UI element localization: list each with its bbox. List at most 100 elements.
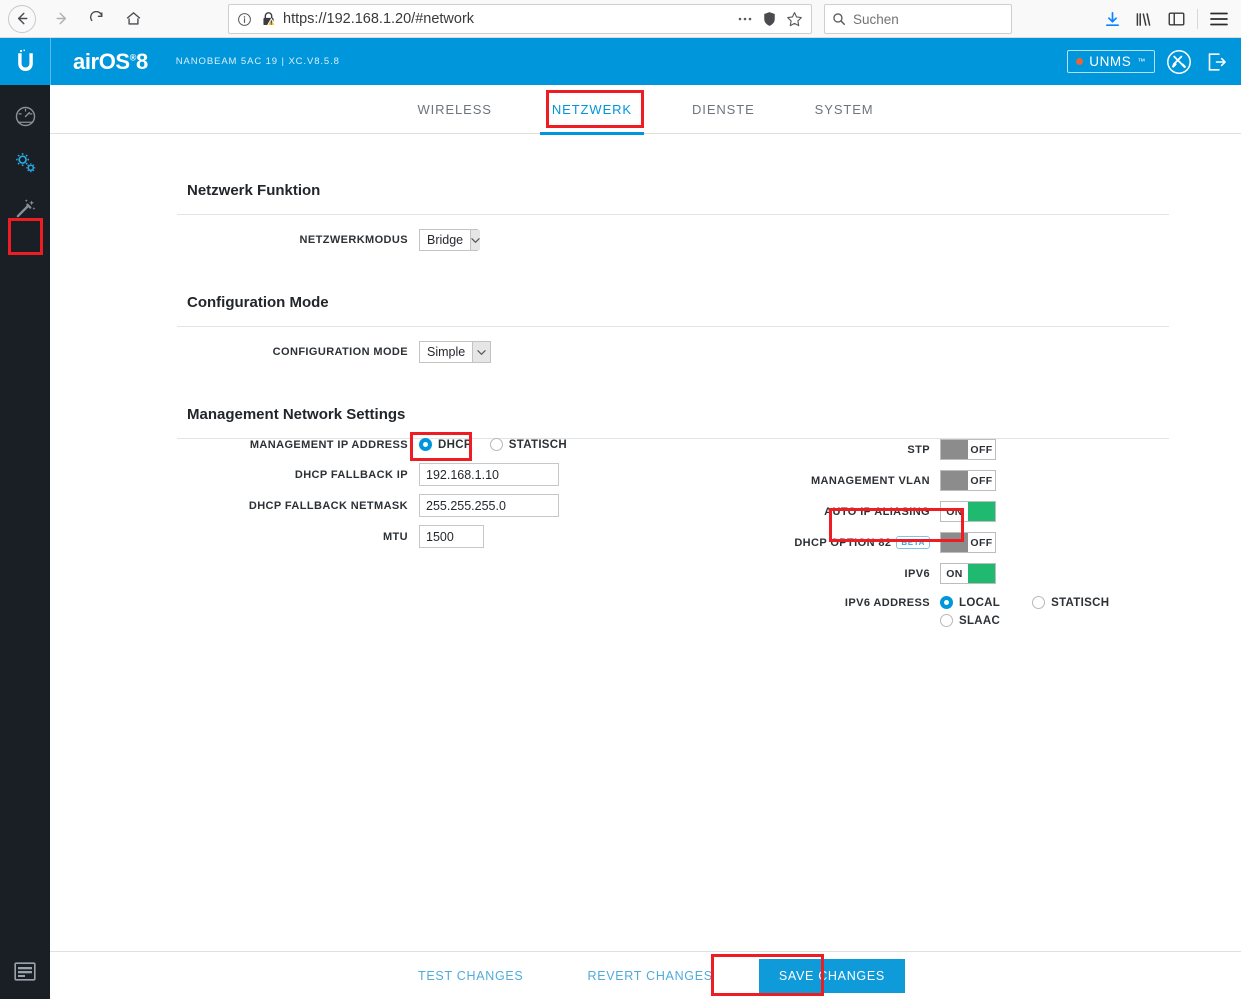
info-circle-icon[interactable] [237, 12, 252, 27]
toggle-state-label: ON [946, 567, 963, 580]
unms-label: UNMS [1089, 54, 1132, 69]
toggle-knob [941, 440, 968, 459]
label-network-mode: NETZWERKMODUS [299, 234, 408, 246]
unms-trademark: ™ [1137, 57, 1146, 66]
radio-ipv6-slaac[interactable] [940, 614, 953, 627]
label-configuration-mode: CONFIGURATION MODE [272, 346, 408, 358]
radio-ipv6-local[interactable] [940, 596, 953, 609]
label-management-ip-address: MANAGEMENT IP ADDRESS [249, 438, 408, 451]
url-bar[interactable]: https://192.168.1.20/#network [228, 4, 812, 34]
tracking-shield-icon[interactable] [762, 11, 777, 27]
download-icon[interactable] [1096, 3, 1128, 35]
management-left-column: MANAGEMENT IP ADDRESS DHCP STATISCH DHCP… [50, 438, 610, 548]
dhcp-fallback-ip-input[interactable]: 192.168.1.10 [419, 463, 559, 486]
ipv6-radio-row-2: SLAAC [940, 614, 1109, 627]
browser-nav-buttons [0, 2, 150, 36]
toggle-knob [968, 564, 995, 583]
airos-header-actions: UNMS ™ [1067, 38, 1231, 85]
sidebar-item-console[interactable] [0, 951, 50, 991]
url-right-icons [737, 11, 803, 28]
toggle-state-label: OFF [970, 474, 993, 487]
configuration-mode-select[interactable]: Simple [419, 341, 491, 363]
reload-icon[interactable] [80, 2, 114, 36]
browser-search-placeholder: Suchen [853, 11, 899, 27]
ubiquiti-logo-icon[interactable] [0, 38, 50, 85]
home-icon[interactable] [116, 2, 150, 36]
brand-air: air [73, 48, 99, 74]
url-text[interactable]: https://192.168.1.20/#network [283, 11, 737, 27]
label-stp: STP [907, 443, 930, 456]
sidebar-item-dashboard[interactable] [0, 93, 50, 139]
unms-badge[interactable]: UNMS ™ [1067, 50, 1155, 73]
test-changes-button[interactable]: TEST CHANGES [386, 969, 555, 983]
browser-toolbar-right [1096, 0, 1235, 38]
row-stp: STP OFF [640, 439, 1160, 460]
forward-arrow-icon[interactable] [44, 2, 78, 36]
star-icon[interactable] [786, 11, 803, 28]
browser-search-bar[interactable]: Suchen [824, 4, 1012, 34]
radio-dhcp[interactable] [419, 438, 432, 451]
brand-version: 8 [135, 48, 148, 74]
ipv6-address-radio-group: LOCAL STATISCH SLAAC [940, 596, 1109, 627]
radio-label-ipv6-slaac[interactable]: SLAAC [959, 615, 1000, 627]
ipv6-radio-row-1: LOCAL STATISCH [940, 596, 1109, 609]
logout-icon[interactable] [1203, 48, 1231, 76]
sidebar-icon[interactable] [1160, 3, 1192, 35]
airos-brand: airOS®8 [73, 49, 148, 75]
terminal-icon [14, 961, 36, 981]
back-arrow-icon[interactable] [8, 4, 36, 33]
radio-ipv6-statisch[interactable] [1032, 596, 1046, 609]
more-dots-icon[interactable] [737, 16, 753, 22]
unms-status-dot [1076, 58, 1084, 65]
toggle-ipv6[interactable]: ON [940, 563, 996, 584]
magic-wand-icon [14, 197, 37, 220]
tab-dienste[interactable]: DIENSTE [662, 100, 785, 134]
chevron-down-icon [472, 342, 490, 362]
section-network-function: Netzwerk Funktion NETZWERKMODUS Bridge [50, 134, 1241, 251]
device-info: NANOBEAM 5AC 19 | XC.V8.5.8 [175, 56, 340, 67]
label-auto-ip-aliasing: AUTO IP ALIASING [824, 505, 930, 518]
radio-label-dhcp[interactable]: DHCP [438, 439, 472, 451]
label-dhcp-option-82: DHCP OPTION 82 [794, 536, 892, 549]
row-dhcp-fallback-netmask: DHCP FALLBACK NETMASK 255.255.255.0 [50, 494, 610, 517]
toggle-dhcp-option-82[interactable]: OFF [940, 532, 996, 553]
hamburger-menu-icon[interactable] [1203, 3, 1235, 35]
toggle-knob [941, 471, 968, 490]
tab-system[interactable]: SYSTEM [785, 100, 904, 134]
main-tabs: WIRELESS NETZWERK DIENSTE SYSTEM [50, 85, 1241, 135]
label-dhcp-fallback-netmask: DHCP FALLBACK NETMASK [248, 499, 408, 512]
toggle-management-vlan[interactable]: OFF [940, 470, 996, 491]
search-icon [832, 12, 846, 26]
url-left-icons [237, 11, 276, 27]
dashboard-gauge-icon [14, 105, 37, 128]
network-mode-select[interactable]: Bridge [419, 229, 481, 251]
row-management-vlan: MANAGEMENT VLAN OFF [640, 470, 1160, 491]
mtu-input[interactable]: 1500 [419, 525, 484, 548]
toggle-auto-ip-aliasing[interactable]: ON [940, 501, 996, 522]
label-wrap-dhcp-option-82: DHCP OPTION 82 BETA [640, 536, 930, 549]
radio-statisch[interactable] [489, 438, 503, 451]
section-title-network-function: Netzwerk Funktion [187, 182, 321, 199]
airos-header: airOS®8 NANOBEAM 5AC 19 | XC.V8.5.8 UNMS… [0, 38, 1241, 85]
dhcp-fallback-netmask-input[interactable]: 255.255.255.0 [419, 494, 559, 517]
row-dhcp-option-82: DHCP OPTION 82 BETA OFF [640, 532, 1160, 553]
sidebar-item-settings[interactable] [0, 139, 50, 185]
brand-os: OS [98, 48, 130, 74]
beta-badge: BETA [896, 536, 930, 549]
settings-form: Netzwerk Funktion NETZWERKMODUS Bridge C… [50, 134, 1241, 627]
insecure-lock-icon[interactable] [261, 11, 276, 27]
left-sidebar [0, 85, 50, 999]
toggle-stp[interactable]: OFF [940, 439, 996, 460]
library-icon[interactable] [1128, 3, 1160, 35]
radio-label-ipv6-local[interactable]: LOCAL [959, 597, 1000, 609]
chevron-down-icon [470, 230, 481, 250]
radio-label-ipv6-statisch[interactable]: STATISCH [1051, 597, 1109, 609]
tools-icon[interactable] [1165, 48, 1193, 76]
section-divider [177, 326, 1169, 327]
section-management-network: Management Network Settings MANAGEMENT I… [50, 363, 1241, 627]
header-divider [50, 38, 51, 85]
radio-label-statisch[interactable]: STATISCH [509, 439, 567, 451]
browser-toolbar: https://192.168.1.20/#network Suchen [0, 0, 1241, 38]
tab-wireless[interactable]: WIRELESS [387, 100, 521, 134]
row-mtu: MTU 1500 [50, 525, 610, 548]
